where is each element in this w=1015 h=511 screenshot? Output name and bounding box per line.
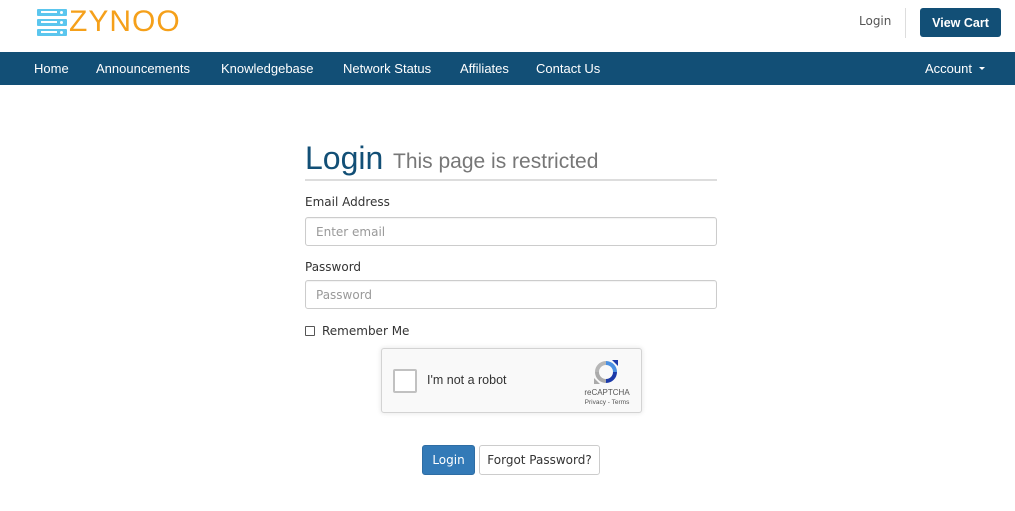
nav-account-dropdown[interactable]: Account bbox=[925, 52, 985, 85]
nav-item-knowledgebase[interactable]: Knowledgebase bbox=[221, 52, 314, 85]
top-login-link[interactable]: Login bbox=[859, 14, 891, 28]
recaptcha-checkbox[interactable] bbox=[393, 369, 417, 393]
top-header: ZYNOO Login View Cart bbox=[0, 0, 1015, 52]
nav-item-affiliates[interactable]: Affiliates bbox=[460, 52, 509, 85]
remember-me-label: Remember Me bbox=[322, 324, 410, 338]
login-form: Login This page is restricted Email Addr… bbox=[305, 140, 717, 475]
divider bbox=[905, 8, 906, 38]
account-label: Account bbox=[925, 61, 972, 76]
logo[interactable]: ZYNOO bbox=[37, 5, 181, 38]
login-button[interactable]: Login bbox=[422, 445, 475, 475]
password-input[interactable] bbox=[305, 280, 717, 309]
password-label: Password bbox=[305, 260, 362, 274]
remember-me[interactable]: Remember Me bbox=[305, 324, 409, 338]
recaptcha-brand: reCAPTCHA bbox=[584, 388, 630, 397]
view-cart-button[interactable]: View Cart bbox=[920, 8, 1001, 37]
nav-item-home[interactable]: Home bbox=[34, 52, 69, 85]
brand-name: ZYNOO bbox=[69, 5, 181, 38]
page-subtitle: This page is restricted bbox=[393, 150, 599, 173]
remember-me-checkbox[interactable] bbox=[305, 326, 315, 336]
email-label: Email Address bbox=[305, 195, 390, 209]
server-stack-icon bbox=[37, 8, 67, 36]
recaptcha-links[interactable]: Privacy - Terms bbox=[577, 399, 637, 406]
page-header: Login This page is restricted bbox=[305, 140, 717, 181]
email-input[interactable] bbox=[305, 217, 717, 246]
main-nav: Home Announcements Knowledgebase Network… bbox=[0, 52, 1015, 85]
recaptcha-label: I'm not a robot bbox=[427, 373, 507, 387]
forgot-password-button[interactable]: Forgot Password? bbox=[479, 445, 600, 475]
recaptcha-widget: I'm not a robot reCAPTCHA Privacy - Term… bbox=[381, 348, 642, 413]
page-title: Login bbox=[305, 140, 384, 176]
nav-item-contact-us[interactable]: Contact Us bbox=[536, 52, 600, 85]
recaptcha-logo-icon bbox=[594, 360, 618, 384]
nav-item-announcements[interactable]: Announcements bbox=[96, 52, 190, 85]
caret-down-icon bbox=[978, 67, 985, 71]
nav-item-network-status[interactable]: Network Status bbox=[343, 52, 431, 85]
